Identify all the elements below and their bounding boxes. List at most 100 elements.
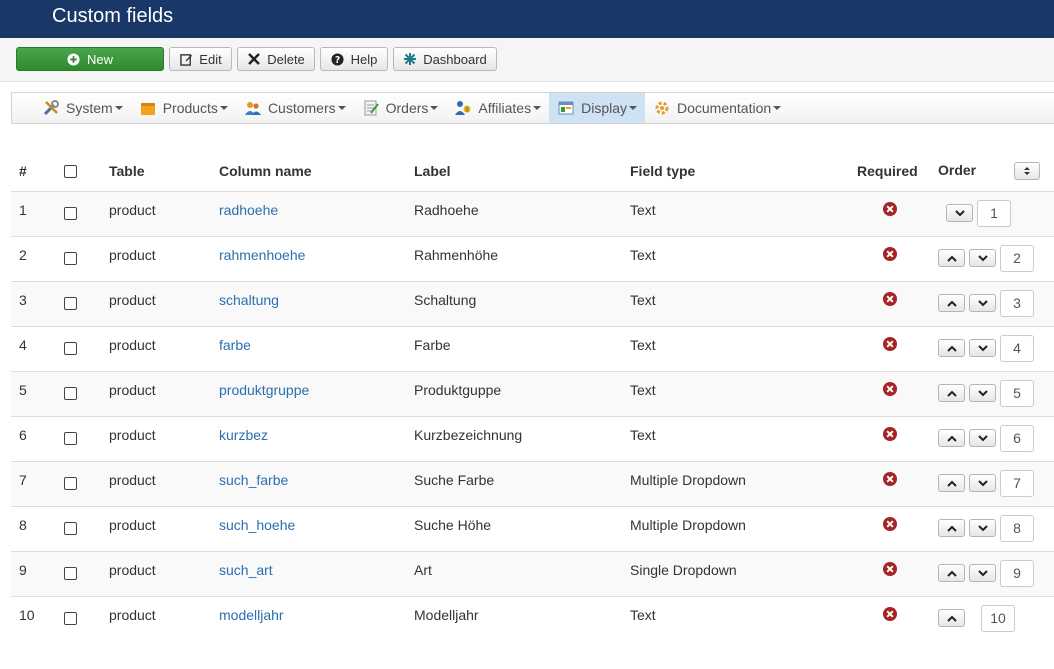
column-name-link[interactable]: such_hoehe	[219, 517, 295, 533]
move-down-button[interactable]	[969, 564, 996, 582]
menu-orders[interactable]: Orders	[354, 93, 447, 123]
order-input[interactable]	[1000, 559, 1034, 587]
order-input[interactable]	[1000, 244, 1034, 272]
edit-button[interactable]: Edit	[169, 47, 232, 71]
move-up-button[interactable]	[938, 564, 965, 582]
row-checkbox[interactable]	[64, 296, 77, 310]
chevron-down-icon	[977, 254, 988, 261]
column-name-link[interactable]: modelljahr	[219, 607, 284, 623]
header-column-name[interactable]: Column name	[211, 152, 406, 192]
box-icon	[139, 99, 157, 117]
row-field-type: Text	[622, 326, 849, 372]
column-name-link[interactable]: kurzbez	[219, 427, 268, 443]
row-table: product	[101, 506, 211, 552]
not-required-icon[interactable]	[882, 606, 897, 621]
row-table: product	[101, 551, 211, 597]
table-row: 6 product kurzbez Kurzbezeichnung Text	[11, 416, 1054, 462]
move-up-button[interactable]	[938, 294, 965, 312]
row-checkbox[interactable]	[64, 251, 77, 265]
column-name-link[interactable]: radhoehe	[219, 202, 278, 218]
dashboard-button[interactable]: Dashboard	[393, 47, 497, 71]
row-number: 3	[11, 281, 56, 327]
move-down-button[interactable]	[969, 474, 996, 492]
header-required[interactable]: Required	[849, 152, 930, 192]
not-required-icon[interactable]	[882, 201, 897, 216]
order-input[interactable]	[1000, 334, 1034, 362]
select-all-checkbox[interactable]	[64, 165, 77, 179]
help-button[interactable]: ? Help	[320, 47, 388, 71]
order-input[interactable]	[977, 199, 1011, 227]
move-up-button[interactable]	[938, 249, 965, 267]
row-select-cell	[56, 191, 101, 237]
column-name-link[interactable]: such_farbe	[219, 472, 288, 488]
row-checkbox[interactable]	[64, 431, 77, 445]
menu-products[interactable]: Products	[131, 93, 236, 123]
order-input[interactable]	[1000, 379, 1034, 407]
move-down-button[interactable]	[969, 339, 996, 357]
menu-documentation[interactable]: Documentation	[645, 93, 789, 123]
row-checkbox[interactable]	[64, 566, 77, 580]
column-name-link[interactable]: produktgruppe	[219, 382, 309, 398]
row-order-cell	[930, 416, 1054, 462]
move-up-button[interactable]	[938, 609, 965, 627]
row-field-type: Text	[622, 281, 849, 327]
column-name-link[interactable]: rahmenhoehe	[219, 247, 305, 263]
chevron-up-icon	[946, 345, 957, 352]
move-down-button[interactable]	[969, 384, 996, 402]
menu-customers[interactable]: Customers	[236, 93, 354, 123]
move-up-button[interactable]	[938, 519, 965, 537]
delete-button[interactable]: Delete	[237, 47, 315, 71]
move-down-button[interactable]	[946, 204, 973, 222]
header-order-label[interactable]: Order	[938, 162, 976, 178]
not-required-icon[interactable]	[882, 561, 897, 576]
row-checkbox[interactable]	[64, 521, 77, 535]
move-up-button[interactable]	[938, 384, 965, 402]
order-controls	[938, 469, 1046, 497]
move-up-button[interactable]	[938, 339, 965, 357]
column-name-link[interactable]: farbe	[219, 337, 251, 353]
not-required-icon[interactable]	[882, 336, 897, 351]
menu-affiliates[interactable]: $ Affiliates	[446, 93, 549, 123]
header-select-all	[56, 152, 101, 192]
svg-text:$: $	[466, 107, 470, 114]
new-button[interactable]: New	[16, 47, 164, 71]
not-required-icon[interactable]	[882, 381, 897, 396]
column-name-link[interactable]: schaltung	[219, 292, 279, 308]
order-input[interactable]	[981, 604, 1015, 632]
row-checkbox[interactable]	[64, 476, 77, 490]
row-checkbox[interactable]	[64, 341, 77, 355]
row-number: 9	[11, 551, 56, 597]
move-down-button[interactable]	[969, 429, 996, 447]
menu-system[interactable]: System	[34, 93, 131, 123]
not-required-icon[interactable]	[882, 291, 897, 306]
menu-display[interactable]: Display	[549, 93, 645, 123]
move-up-button[interactable]	[938, 429, 965, 447]
order-input[interactable]	[1000, 424, 1034, 452]
row-required-cell	[849, 191, 930, 237]
save-order-button[interactable]	[1014, 162, 1040, 181]
row-checkbox[interactable]	[64, 206, 77, 220]
row-field-type: Text	[622, 371, 849, 417]
edit-icon	[179, 52, 193, 66]
row-table: product	[101, 461, 211, 507]
move-down-button[interactable]	[969, 519, 996, 537]
header-label[interactable]: Label	[406, 152, 622, 192]
header-field-type[interactable]: Field type	[622, 152, 849, 192]
row-checkbox[interactable]	[64, 611, 77, 625]
column-name-link[interactable]: such_art	[219, 562, 273, 578]
not-required-icon[interactable]	[882, 471, 897, 486]
order-input[interactable]	[1000, 469, 1034, 497]
chevron-up-icon	[946, 570, 957, 577]
move-up-button[interactable]	[938, 474, 965, 492]
order-input[interactable]	[1000, 514, 1034, 542]
order-input[interactable]	[1000, 289, 1034, 317]
row-order-cell	[930, 461, 1054, 507]
move-down-button[interactable]	[969, 294, 996, 312]
not-required-icon[interactable]	[882, 426, 897, 441]
move-down-button[interactable]	[969, 249, 996, 267]
row-checkbox[interactable]	[64, 386, 77, 400]
not-required-icon[interactable]	[882, 246, 897, 261]
header-table[interactable]: Table	[101, 152, 211, 192]
menu-system-label: System	[66, 100, 113, 116]
not-required-icon[interactable]	[882, 516, 897, 531]
